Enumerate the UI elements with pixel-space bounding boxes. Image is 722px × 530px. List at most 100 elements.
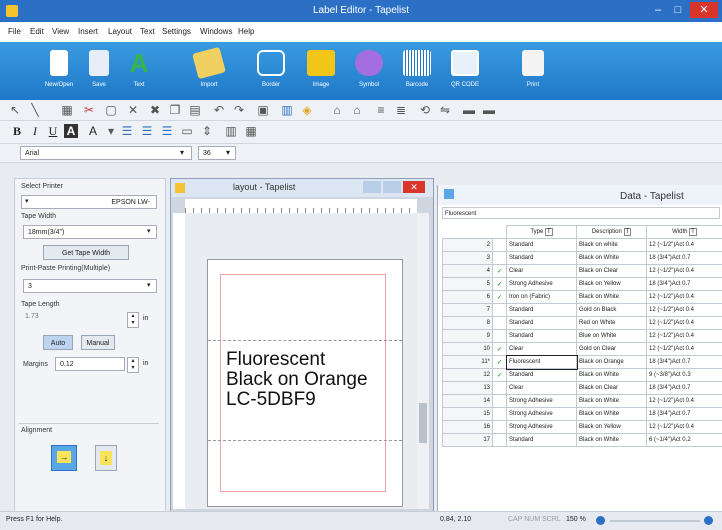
row-check[interactable] (493, 330, 507, 343)
row-check[interactable] (493, 395, 507, 408)
underline-icon[interactable]: U (46, 124, 60, 138)
row-number[interactable]: 14 (443, 395, 493, 408)
type-cell[interactable]: Strong Adhesive (507, 408, 577, 421)
image-button[interactable]: Image (300, 48, 342, 96)
column-header-type[interactable]: Type T (507, 226, 577, 239)
align-center-icon[interactable]: ☰ (140, 124, 154, 138)
width-cell[interactable]: 18 (3/4")Act 0.7 (647, 408, 722, 421)
type-cell[interactable]: Strong Adhesive (507, 421, 577, 434)
arrange-icon[interactable]: ◈ (300, 103, 314, 117)
zoom-in-icon[interactable] (704, 516, 713, 525)
cell-reference-field[interactable]: Fluorescent (442, 207, 720, 219)
type-cell[interactable]: Clear (507, 382, 577, 395)
description-cell[interactable]: Black on White (577, 291, 647, 304)
table-row[interactable]: 14Strong AdhesiveBlack on White12 (~1/2"… (443, 395, 722, 408)
row-check[interactable]: ✓ (493, 291, 507, 304)
border-button[interactable]: Border (250, 48, 292, 96)
margins-stepper[interactable]: ▴▾ (127, 357, 139, 373)
home-right-icon[interactable]: ⌂ (350, 103, 364, 117)
row-check[interactable] (493, 252, 507, 265)
width-cell[interactable]: 12 (~1/2")Act 0.4 (647, 330, 722, 343)
tape-width-select[interactable]: 18mm(3/4") (23, 225, 157, 239)
bold-icon[interactable]: B (10, 124, 24, 138)
description-cell[interactable]: Black on Clear (577, 265, 647, 278)
row-number[interactable]: 13 (443, 382, 493, 395)
row-check[interactable]: ✓ (493, 356, 507, 369)
filter-icon[interactable]: T (689, 228, 697, 236)
layout-close-button[interactable]: ✕ (403, 181, 425, 193)
font-size-dropdown-icon[interactable]: ▾ (226, 148, 230, 157)
layout-minimize-button[interactable] (363, 181, 381, 193)
type-cell[interactable]: Standard (507, 252, 577, 265)
description-cell[interactable]: Black on White (577, 434, 647, 447)
row-number[interactable]: 12 (443, 369, 493, 382)
import-button[interactable]: Import (188, 48, 230, 96)
inverse-text-icon[interactable]: A (64, 124, 78, 138)
zoom-slider[interactable] (610, 520, 700, 522)
undo-icon[interactable]: ↶ (212, 103, 226, 117)
description-cell[interactable]: Black on Clear (577, 382, 647, 395)
width-cell[interactable]: 12 (~1/2")Act 0.4 (647, 395, 722, 408)
margins-field[interactable]: 0.12 (55, 357, 125, 371)
row-number[interactable]: 4 (443, 265, 493, 278)
menu-settings[interactable]: Settings (162, 27, 191, 36)
printer-select[interactable]: EPSON LW- (21, 195, 157, 209)
group-icon[interactable]: ▣ (256, 103, 270, 117)
save-button[interactable]: Save (78, 48, 120, 96)
table-row[interactable]: 13ClearBlack on Clear18 (3/4")Act 0.7 (443, 382, 722, 395)
type-cell[interactable]: Strong Adhesive (507, 278, 577, 291)
filter-icon[interactable]: T (624, 228, 632, 236)
printer-dropdown-icon[interactable]: ▾ (25, 197, 29, 205)
column-header-width[interactable]: Width T (647, 226, 722, 239)
barcode-button[interactable]: Barcode (396, 48, 438, 96)
table-row[interactable]: 17StandardBlack on White6 (~1/4")Act 0.2 (443, 434, 722, 447)
type-cell[interactable]: Fluorescent (507, 356, 577, 369)
width-cell[interactable]: 12 (~1/2")Act 0.4 (647, 239, 722, 252)
menu-edit[interactable]: Edit (30, 27, 44, 36)
grid-b-icon[interactable]: ▬ (482, 103, 496, 117)
width-cell[interactable]: 18 (3/4")Act 0.7 (647, 356, 722, 369)
align-right-icon[interactable]: ☰ (160, 124, 174, 138)
font-size-select[interactable]: 36 (198, 146, 236, 160)
font-name-select[interactable]: Arial (20, 146, 192, 160)
table-row[interactable]: 11*✓FluorescentBlack on Orange18 (3/4")A… (443, 356, 722, 369)
width-cell[interactable]: 12 (~1/2")Act 0.4 (647, 304, 722, 317)
table-row[interactable]: 15Strong AdhesiveBlack on White18 (3/4")… (443, 408, 722, 421)
row-number[interactable]: 9 (443, 330, 493, 343)
row-check[interactable]: ✓ (493, 278, 507, 291)
table-row[interactable]: 7StandardGold on Black12 (~1/2")Act 0.4 (443, 304, 722, 317)
row-number[interactable]: 6 (443, 291, 493, 304)
text-box-icon[interactable]: ▭ (180, 124, 194, 138)
tape-width-dropdown-icon[interactable]: ▾ (147, 227, 151, 235)
get-tape-width-button[interactable]: Get Tape Width (43, 245, 129, 260)
type-cell[interactable]: Clear (507, 343, 577, 356)
align-vertical-button[interactable]: ↓ (95, 445, 117, 471)
table-icon[interactable]: ▦ (60, 103, 74, 117)
table-row[interactable]: 12✓StandardBlack on White9 (~3/8")Act 0.… (443, 369, 722, 382)
redo-icon[interactable]: ↷ (232, 103, 246, 117)
row-number[interactable]: 3 (443, 252, 493, 265)
align-left-icon[interactable]: ☰ (120, 124, 134, 138)
width-cell[interactable]: 12 (~1/2")Act 0.4 (647, 317, 722, 330)
description-cell[interactable]: Red on White (577, 317, 647, 330)
row-number[interactable]: 5 (443, 278, 493, 291)
table-row[interactable]: 16Strong AdhesiveBlack on Yellow12 (~1/2… (443, 421, 722, 434)
width-cell[interactable]: 12 (~1/2")Act 0.4 (647, 421, 722, 434)
dropdown-arrow-icon[interactable]: ▾ (104, 124, 118, 138)
row-check[interactable] (493, 421, 507, 434)
description-cell[interactable]: Black on White (577, 369, 647, 382)
description-cell[interactable]: Blue on White (577, 330, 647, 343)
filter-icon[interactable]: T (545, 228, 553, 236)
copy-icon[interactable]: ❐ (168, 103, 182, 117)
grid-text-icon[interactable]: ▦ (244, 124, 258, 138)
row-check[interactable]: ✓ (493, 369, 507, 382)
table-row[interactable]: 6✓Iron on (Fabric)Black on White12 (~1/2… (443, 291, 722, 304)
flip-icon[interactable]: ⇋ (438, 103, 452, 117)
spacing-icon[interactable]: ⇕ (200, 124, 214, 138)
row-check[interactable] (493, 317, 507, 330)
cut-icon[interactable]: ✕ (126, 103, 140, 117)
canvas-area[interactable]: Fluorescent Black on Orange LC-5DBF9 (185, 213, 417, 509)
layout-maximize-button[interactable] (383, 181, 401, 193)
close-button[interactable]: ✕ (690, 2, 718, 18)
vertical-text-icon[interactable]: ▥ (224, 124, 238, 138)
